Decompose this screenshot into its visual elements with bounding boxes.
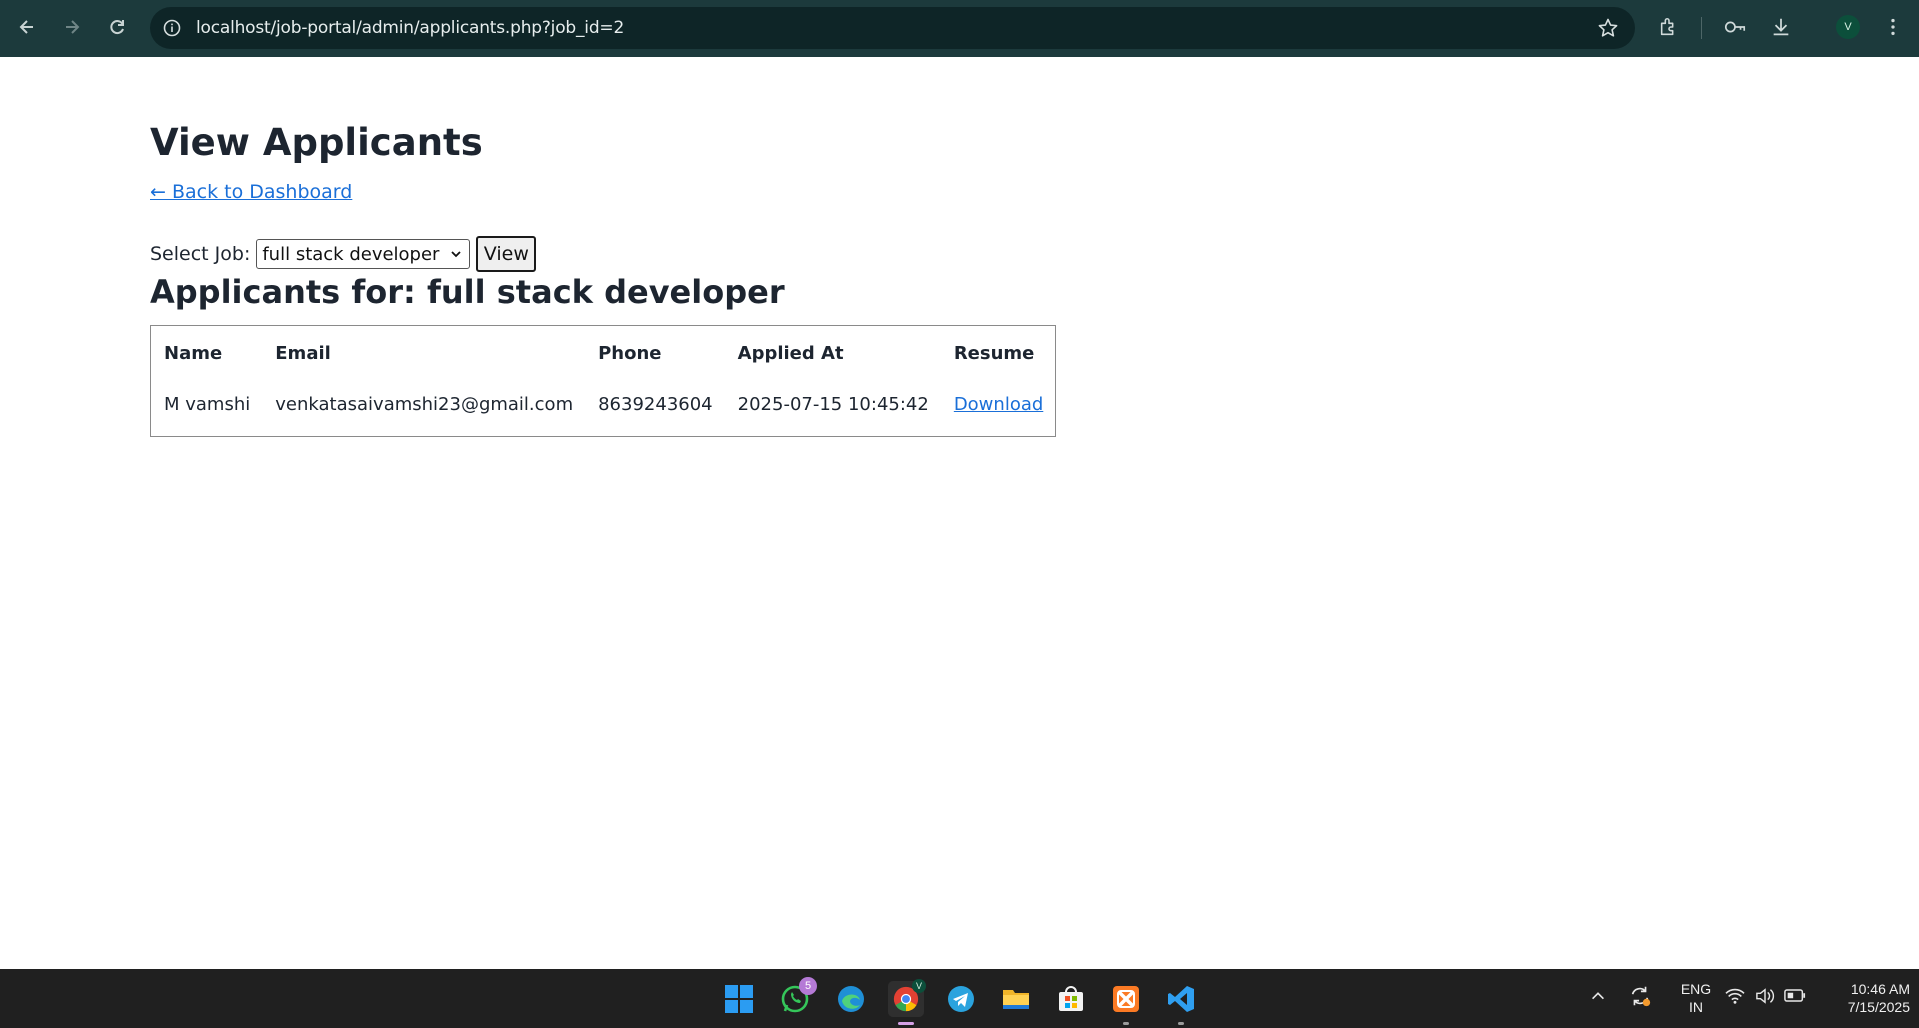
file-explorer-icon[interactable] <box>998 981 1034 1017</box>
battery-icon[interactable] <box>1784 988 1806 1008</box>
chrome-active-indicator <box>898 1022 914 1025</box>
clock-time: 10:46 AM <box>1850 981 1910 997</box>
resume-cell: Download <box>941 380 1055 436</box>
language-indicator[interactable]: ENG IN <box>1674 980 1718 1016</box>
vscode-running-indicator <box>1178 1022 1184 1025</box>
clock[interactable]: 10:46 AM 7/15/2025 <box>1812 980 1910 1016</box>
xampp-icon[interactable] <box>1108 981 1144 1025</box>
job-filter-form: Select Job: full stack developer View <box>150 236 537 272</box>
view-button[interactable]: View <box>476 236 537 272</box>
clock-date: 7/15/2025 <box>1847 999 1910 1015</box>
toolbar-divider <box>1701 17 1702 39</box>
volume-icon[interactable] <box>1754 987 1776 1010</box>
select-job-label: Select Job: <box>150 243 251 265</box>
microsoft-store-icon[interactable] <box>1053 981 1089 1017</box>
language-line-2: IN <box>1689 999 1703 1015</box>
wifi-icon[interactable] <box>1724 987 1746 1010</box>
vscode-icon[interactable] <box>1163 981 1199 1025</box>
telegram-icon[interactable] <box>943 981 979 1017</box>
edge-browser-icon[interactable] <box>833 981 869 1017</box>
password-key-icon[interactable] <box>1722 14 1748 40</box>
extensions-icon[interactable] <box>1656 14 1682 40</box>
chrome-icon[interactable]: V <box>888 979 926 1025</box>
column-header-phone: Phone <box>598 342 662 364</box>
profile-avatar[interactable]: V <box>1836 15 1860 39</box>
applicants-table: Name Email Phone Applied At Resume M vam… <box>150 325 1057 437</box>
column-header-email: Email <box>275 342 331 364</box>
table-header-row: Name Email Phone Applied At Resume <box>151 326 1055 380</box>
reload-icon[interactable] <box>100 10 134 44</box>
applicant-name: M vamshi <box>164 393 251 415</box>
xampp-running-indicator <box>1123 1022 1129 1025</box>
download-resume-link[interactable]: Download <box>954 394 1043 415</box>
download-icon[interactable] <box>1768 14 1794 40</box>
whatsapp-icon[interactable]: 5 <box>777 977 817 1017</box>
job-select-value: full stack developer <box>262 243 440 265</box>
site-info-icon[interactable] <box>162 18 182 38</box>
more-menu-icon[interactable] <box>1880 14 1906 40</box>
address-bar[interactable]: localhost/job-portal/admin/applicants.ph… <box>150 7 1635 49</box>
page-title: View Applicants <box>150 121 483 164</box>
forward-arrow-icon[interactable] <box>55 10 89 44</box>
back-to-dashboard-link[interactable]: ← Back to Dashboard <box>150 181 352 203</box>
table-row: M vamshi venkatasaivamshi23@gmail.com 86… <box>151 380 1055 436</box>
applicants-heading: Applicants for: full stack developer <box>150 273 785 311</box>
job-select[interactable]: full stack developer <box>256 239 471 269</box>
back-arrow-icon[interactable] <box>10 10 44 44</box>
browser-toolbar: localhost/job-portal/admin/applicants.ph… <box>0 0 1919 57</box>
column-header-applied-at: Applied At <box>737 342 844 364</box>
applicant-phone: 8639243604 <box>598 393 713 415</box>
column-header-resume: Resume <box>953 342 1035 364</box>
bookmark-star-icon[interactable] <box>1597 17 1619 39</box>
applicant-applied-at: 2025-07-15 10:45:42 <box>737 393 929 415</box>
chrome-profile-badge: V <box>912 979 926 993</box>
whatsapp-badge: 5 <box>799 977 817 995</box>
language-line-1: ENG <box>1680 981 1712 997</box>
url-text[interactable]: localhost/job-portal/admin/applicants.ph… <box>196 18 624 38</box>
chevron-down-icon <box>451 251 461 258</box>
windows-start-icon[interactable] <box>721 981 757 1017</box>
sync-status-icon[interactable] <box>1628 984 1652 1013</box>
show-hidden-icons-chevron-icon[interactable] <box>1589 987 1607 1010</box>
applicant-email: venkatasaivamshi23@gmail.com <box>275 393 574 415</box>
taskbar: 5 V ENG IN 10:46 AM 7/15/2025 <box>0 969 1919 1028</box>
column-header-name: Name <box>164 342 223 364</box>
